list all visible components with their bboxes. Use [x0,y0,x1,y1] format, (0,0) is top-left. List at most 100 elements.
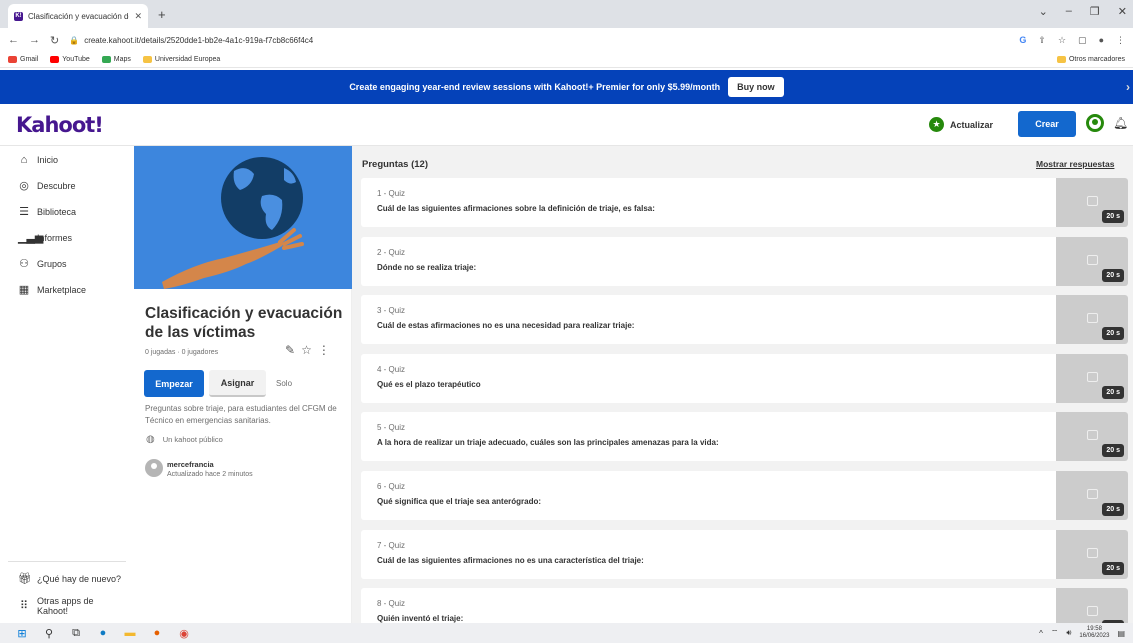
reload-icon[interactable]: ↻ [50,34,59,47]
question-card[interactable]: 1 - Quiz Cuál de las siguientes afirmacio… [361,178,1128,227]
file-explorer-icon[interactable]: ▬ [124,627,136,639]
home-icon: ⌂ [20,154,28,166]
back-icon[interactable]: ← [8,34,19,46]
sidebar-item-biblioteca[interactable]: ☰ Biblioteca [18,205,76,218]
updated-time: Actualizado hace 2 minutos [167,471,253,478]
sidebar-item-descubre[interactable]: ◎ Descubre [18,179,75,192]
image-placeholder-icon [1087,489,1098,499]
question-card[interactable]: 3 - Quiz Cuál de estas afirmaciones no es… [361,295,1128,345]
question-text: Quién inventó el triaje: [377,614,464,623]
solo-button[interactable]: Solo [276,379,292,388]
url-field[interactable]: 🔒 create.kahoot.it/details/2520dde1-bb2e… [69,36,313,45]
question-card[interactable]: 2 - Quiz Dónde no se realiza triaje: 20 s [361,236,1128,286]
question-text: Qué significa que el triaje sea anterógr… [377,497,542,506]
promo-banner: Create engaging year-end review sessions… [0,70,1133,104]
apps-grid-icon: ⠿ [19,600,29,612]
forward-icon[interactable]: → [29,34,40,46]
share-icon[interactable]: ⇪ [1038,35,1046,46]
folder-icon [1056,56,1066,63]
google-icon[interactable]: G [1019,35,1026,46]
minimize-icon[interactable]: – [1066,5,1072,18]
promo-text: Create engaging year-end review sessions… [349,82,721,92]
browser-tab[interactable]: K! Clasificación y evacuación de las ✕ [8,4,148,28]
show-answers-link[interactable]: Mostrar respuestas [1036,159,1114,169]
start-button[interactable]: Empezar [144,370,204,397]
kahoot-header: Kahoot! ★ Actualizar Crear 🔔︎ [0,104,1133,146]
update-button[interactable]: ★ Actualizar [929,117,993,132]
profile-browser-icon[interactable]: ● [1099,35,1104,46]
tab-search-icon[interactable]: ⌄ [1039,5,1048,18]
question-number: 7 - Quiz [377,540,406,550]
update-label: Actualizar [950,119,994,130]
author-name[interactable]: mercefrancia [167,460,214,469]
notifications-icon[interactable]: ▤ [1117,629,1125,638]
browser-tab-title: Clasificación y evacuación de las [28,11,129,21]
question-text: A la hora de realizar un triaje adecuado… [377,438,719,448]
create-button[interactable]: Crear [1018,111,1076,137]
chevron-right-icon[interactable]: › [1126,80,1130,94]
sidebar-item-informes[interactable]: ▁▃▅ Informes [18,231,72,244]
assign-button[interactable]: Asignar [209,370,266,397]
image-placeholder-icon [1087,606,1098,617]
chrome-icon[interactable]: ◉ [178,627,190,640]
bookmark-other[interactable]: Otros marcadores [1056,56,1125,63]
close-window-icon[interactable]: ✕ [1118,5,1127,18]
kahoot-favicon-icon: K! [14,11,23,21]
clock[interactable]: 19:58 16/06/2023 [1079,626,1109,640]
gift-icon: 🎁︎ [18,573,32,585]
sidebar-item-grupos[interactable]: ⚇ Grupos [18,257,66,270]
question-number: 1 - Quiz [377,189,406,198]
sidebar-item-marketplace[interactable]: ▦ Marketplace [18,283,86,296]
question-card[interactable]: 8 - Quiz Quién inventó el triaje: 20 s [361,588,1128,623]
search-icon[interactable]: ⚲ [43,627,55,640]
bookmark-youtube[interactable]: YouTube [50,56,90,63]
kahoot-description: Preguntas sobre triaje, para estudiantes… [145,404,337,425]
close-tab-icon[interactable]: ✕ [134,11,142,22]
maps-icon [101,56,111,63]
firefox-icon[interactable]: ● [151,627,163,639]
bell-icon[interactable]: 🔔︎ [1113,116,1128,130]
edge-icon[interactable]: ● [97,627,109,639]
question-thumbnail: 20 s [1056,295,1128,345]
buy-now-button[interactable]: Buy now [728,77,784,97]
bookmark-star-icon[interactable]: ☆ [1058,35,1066,46]
question-thumbnail: 20 s [1056,588,1128,623]
window-controls: ⌄ – ❐ ✕ [1039,5,1127,18]
visibility-info: ◍ Un kahoot público [146,434,223,445]
bookmark-gmail[interactable]: Gmail [8,56,38,63]
restore-icon[interactable]: ❐ [1090,5,1100,18]
question-text: Cuál de las siguientes afirmaciones no e… [377,555,644,565]
bookmarks-bar: Gmail YouTube Maps Universidad Europea O… [0,52,1133,68]
kahoot-logo[interactable]: Kahoot! [16,113,104,137]
edit-icon[interactable]: ✎ [285,343,295,357]
question-card[interactable]: 7 - Quiz Cuál de las siguientes afirmacio… [361,529,1128,579]
bookmark-universidad[interactable]: Universidad Europea [142,56,220,63]
new-tab-button[interactable]: + [158,7,166,22]
image-placeholder-icon [1087,371,1098,382]
network-icon[interactable]: ⌔ [1051,628,1059,638]
sidebar-item-other-apps[interactable]: ⠿ Otras apps de Kahoot! [18,596,94,616]
time-limit-badge: 20 s [1102,268,1124,282]
image-placeholder-icon [1087,547,1098,558]
task-view-icon[interactable]: ⧉ [70,627,82,639]
question-card[interactable]: 6 - Quiz Qué significa que el triaje sea … [361,471,1128,520]
other-apps-line1: Otras apps de [37,596,94,606]
profile-icon[interactable] [1086,114,1104,132]
time-limit-badge: 20 s [1102,444,1124,458]
more-options-icon[interactable]: ⋮ [318,343,330,357]
question-card[interactable]: 5 - Quiz A la hora de realizar un triaje … [361,412,1128,462]
time-limit-badge: 20 s [1102,561,1124,575]
sidebar-item-inicio[interactable]: ⌂ Inicio [18,154,58,166]
windows-start-icon[interactable]: ⊞ [16,627,28,640]
avatar[interactable] [145,459,163,477]
question-card[interactable]: 4 - Quiz Qué es el plazo terapéutico 20 s [361,353,1128,403]
sidebar-item-whats-new[interactable]: 🎁︎ ¿Qué hay de nuevo? [18,572,121,585]
bookmark-maps[interactable]: Maps [101,56,131,63]
menu-icon[interactable]: ⋮ [1116,35,1125,46]
favorite-star-icon[interactable]: ☆ [301,343,312,357]
sidepanel-icon[interactable]: ▢ [1078,35,1087,46]
volume-icon[interactable]: 🔊︎ [1066,628,1071,638]
question-number: 6 - Quiz [377,482,406,491]
chevron-up-icon[interactable]: ^ [1039,629,1043,638]
system-tray: ^ ⌔ 🔊︎ 19:58 16/06/2023 ▤ [1039,626,1125,640]
